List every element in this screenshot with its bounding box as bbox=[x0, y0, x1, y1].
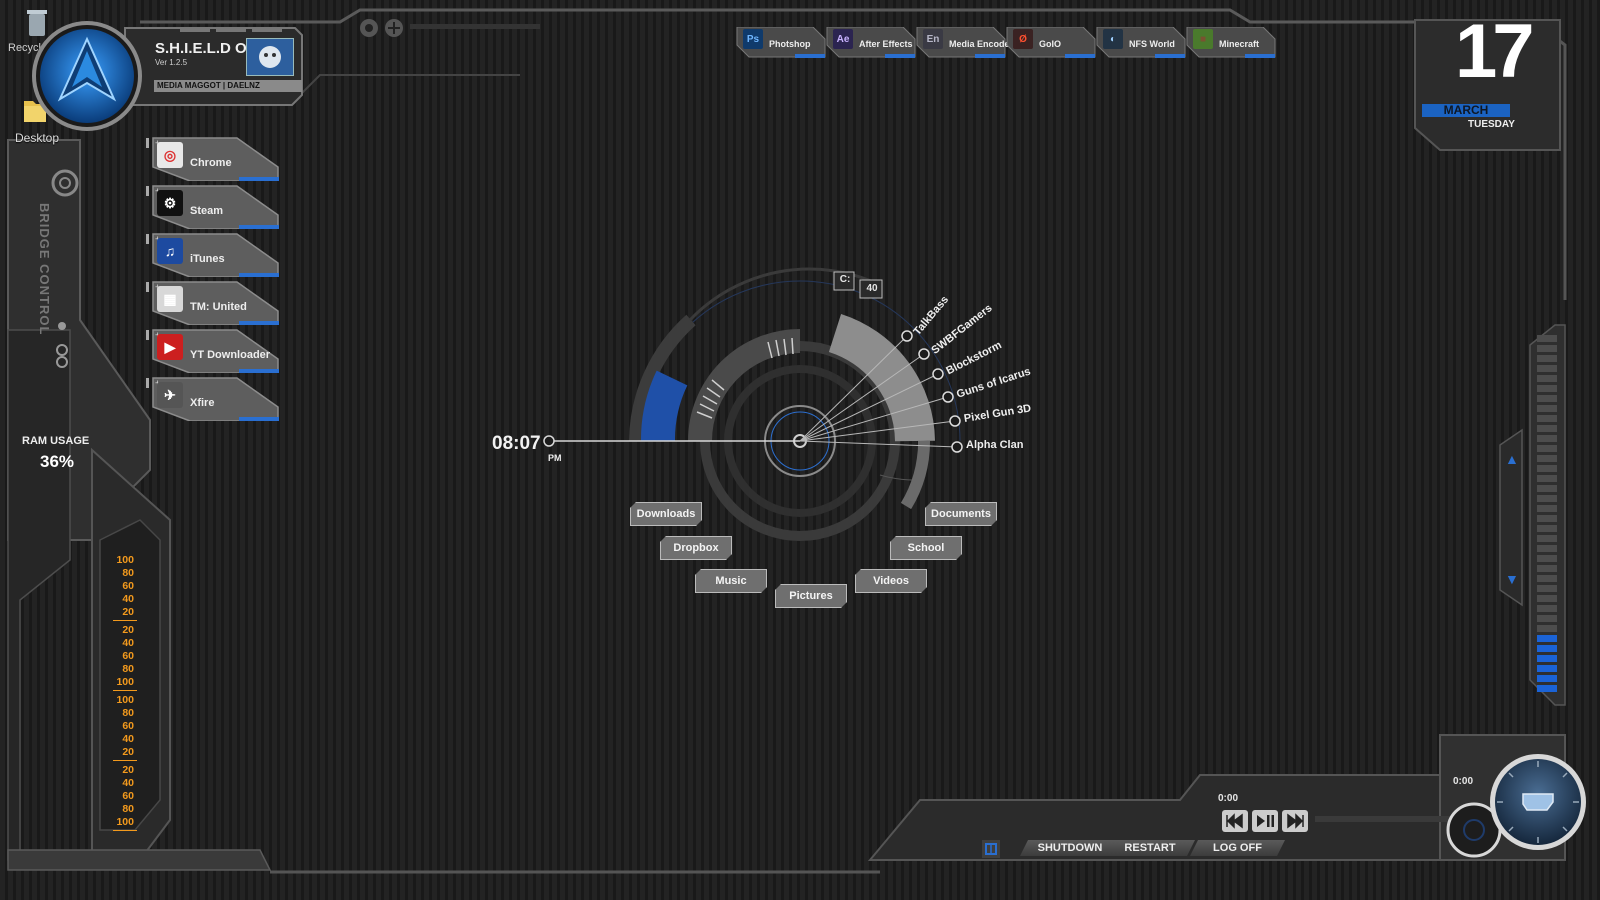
game-node-icon[interactable] bbox=[932, 368, 944, 380]
folder-school[interactable]: School bbox=[890, 536, 962, 560]
power-menu-icon[interactable] bbox=[982, 840, 1000, 858]
play-pause-button[interactable] bbox=[1252, 810, 1278, 832]
shutdown-button[interactable]: SHUTDOWN bbox=[1020, 840, 1120, 856]
folder-label: Music bbox=[715, 575, 747, 587]
game-node-icon[interactable] bbox=[901, 330, 913, 342]
radial-hud bbox=[543, 267, 963, 541]
folder-pictures[interactable]: Pictures bbox=[775, 584, 847, 608]
clock-ampm: PM bbox=[548, 453, 562, 463]
restart-button[interactable]: RESTART bbox=[1105, 840, 1195, 856]
drive-letter: C: bbox=[839, 274, 851, 285]
folder-documents[interactable]: Documents bbox=[925, 502, 997, 526]
folder-label: Documents bbox=[931, 508, 991, 520]
game-ray bbox=[799, 440, 958, 448]
media-elapsed: 0:00 bbox=[1218, 793, 1239, 804]
folder-label: Dropbox bbox=[673, 542, 719, 554]
media-remaining: 0:00 bbox=[1453, 776, 1474, 787]
drive-usage: 40 bbox=[866, 283, 878, 294]
folder-label: Videos bbox=[873, 575, 909, 587]
volume-dial[interactable] bbox=[1488, 752, 1588, 852]
next-track-button[interactable] bbox=[1282, 810, 1308, 832]
clock-time: 08:07 bbox=[492, 433, 541, 454]
folder-dropbox[interactable]: Dropbox bbox=[660, 536, 732, 560]
game-node-icon[interactable] bbox=[918, 348, 930, 360]
game-node-icon[interactable] bbox=[942, 391, 954, 403]
folder-label: Downloads bbox=[636, 508, 696, 520]
logoff-button[interactable]: LOG OFF bbox=[1190, 840, 1285, 856]
previous-track-button[interactable] bbox=[1222, 810, 1248, 832]
folder-music[interactable]: Music bbox=[695, 569, 767, 593]
game-link-alpha-clan[interactable]: Alpha Clan bbox=[966, 439, 1023, 451]
folder-videos[interactable]: Videos bbox=[855, 569, 927, 593]
media-progress-track[interactable] bbox=[1315, 816, 1460, 822]
folder-label: School bbox=[907, 542, 945, 554]
folder-label: Pictures bbox=[789, 590, 833, 602]
game-node-icon[interactable] bbox=[949, 415, 961, 427]
game-node-icon[interactable] bbox=[951, 441, 963, 453]
folder-downloads[interactable]: Downloads bbox=[630, 502, 702, 526]
